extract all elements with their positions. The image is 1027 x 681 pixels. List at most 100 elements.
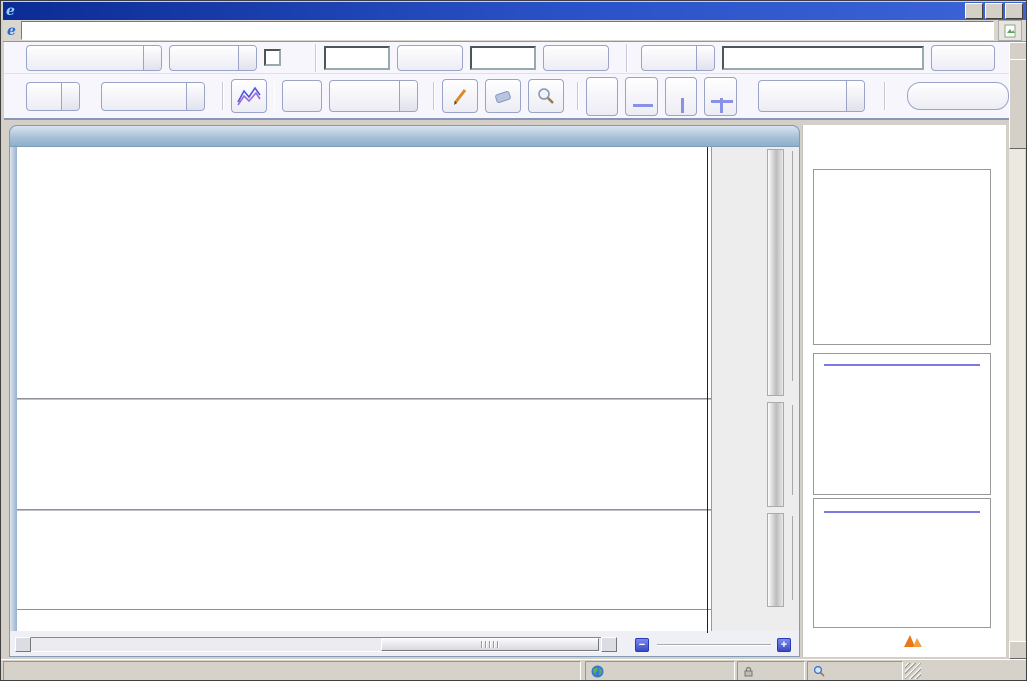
volume-scale-slider-rail — [792, 405, 793, 495]
scrollbar-down-button[interactable] — [1009, 641, 1027, 659]
zoom-tool-button[interactable] — [528, 79, 564, 113]
layout-h2-button[interactable] — [625, 77, 657, 116]
x-axis-strip — [17, 611, 711, 633]
toolbar-row-1 — [4, 42, 1009, 74]
divider — [222, 82, 224, 110]
status-zone — [585, 661, 735, 681]
divider — [577, 82, 579, 110]
quote-box — [813, 169, 991, 345]
toolbar-row-2 — [4, 74, 1009, 120]
main-price-chart[interactable] — [17, 147, 711, 398]
lock-icon — [743, 666, 754, 677]
status-zoom[interactable] — [807, 661, 903, 681]
search-input[interactable] — [722, 46, 924, 70]
chevron-down-icon[interactable] — [846, 81, 864, 111]
scrollbar-thumb[interactable] — [1009, 59, 1027, 149]
y-axis-gutter — [711, 147, 799, 633]
url-field[interactable] — [21, 21, 994, 40]
volume-chart[interactable] — [17, 401, 711, 509]
rsi-underline — [824, 511, 980, 513]
page-action-button[interactable] — [998, 20, 1022, 41]
layout-4-button[interactable] — [704, 77, 736, 116]
status-message — [3, 661, 581, 681]
buy-target-button[interactable] — [397, 45, 463, 71]
eraser-icon — [492, 86, 514, 106]
volume-scale-strip[interactable] — [767, 402, 784, 507]
scroll-right-button[interactable] — [601, 637, 617, 652]
page-icon — [1003, 24, 1017, 38]
current-date-line — [707, 147, 708, 633]
main-scale-strip[interactable] — [767, 149, 784, 396]
divider — [626, 44, 628, 72]
scroll-left-button[interactable] — [15, 637, 31, 652]
draw-pencil-button[interactable] — [442, 79, 478, 113]
symbol-select-value — [27, 46, 143, 70]
model-select-value — [330, 81, 400, 111]
status-protected-mode[interactable] — [737, 661, 805, 681]
magnifier-icon — [536, 86, 556, 106]
divider — [884, 82, 886, 110]
v-split-icon — [681, 98, 684, 113]
market-select-value — [170, 46, 238, 70]
main-scale-slider-rail — [792, 151, 793, 381]
help-button[interactable] — [907, 82, 1009, 110]
chevron-down-icon[interactable] — [696, 46, 714, 70]
zoom-in-button[interactable]: + — [777, 638, 791, 652]
layout-v2-button[interactable] — [665, 77, 697, 116]
log-scale-button[interactable] — [282, 80, 322, 112]
scrollbar-up-button[interactable] — [1009, 42, 1027, 60]
technical-select[interactable] — [101, 82, 205, 111]
market-select[interactable] — [169, 45, 257, 71]
zoom-out-button[interactable]: − — [635, 638, 649, 652]
buy-target-input[interactable] — [324, 46, 390, 70]
chevron-down-icon[interactable] — [238, 46, 256, 70]
zigzag-lines-icon — [236, 85, 262, 107]
model-select[interactable] — [329, 80, 419, 112]
index-select[interactable] — [641, 45, 715, 71]
chart-hscrollbar-thumb[interactable] — [381, 638, 599, 651]
browser-window: e e — [0, 0, 1027, 681]
layout-full-button[interactable] — [586, 77, 618, 116]
rsi-scale-slider-rail — [792, 516, 793, 600]
cross-split-icon-v — [720, 98, 723, 113]
chart-header — [9, 125, 800, 147]
symbol-select[interactable] — [26, 45, 162, 71]
globe-icon — [591, 665, 604, 678]
divider — [274, 82, 276, 110]
chart-left-strip — [10, 147, 17, 656]
scale-compare-value — [759, 81, 846, 111]
divider — [433, 82, 435, 110]
maximize-button[interactable] — [985, 3, 1003, 19]
technical-select-value — [102, 83, 186, 110]
minimize-button[interactable] — [965, 3, 983, 19]
scale-compare-select[interactable] — [758, 80, 865, 112]
zoom-slider-rail — [657, 644, 771, 646]
rsi-scale-strip[interactable] — [767, 513, 784, 607]
pencil-icon — [450, 86, 470, 106]
browser-scrollbar[interactable] — [1009, 42, 1025, 659]
divider — [315, 44, 317, 72]
resize-grip[interactable] — [905, 663, 921, 679]
sell-target-button[interactable] — [543, 45, 609, 71]
rsi-box — [813, 498, 991, 628]
index-select-value — [642, 46, 696, 70]
chevron-down-icon[interactable] — [143, 46, 161, 70]
ie-page-icon: e — [7, 24, 16, 38]
chevron-down-icon[interactable] — [399, 81, 417, 111]
chart-lines-button[interactable] — [231, 79, 267, 113]
split-adjust-checkbox[interactable] — [264, 49, 281, 66]
search-button[interactable] — [931, 45, 995, 71]
h-split-icon — [633, 104, 653, 107]
period-select[interactable] — [26, 82, 80, 111]
rsi-chart[interactable] — [17, 512, 711, 609]
eraser-button[interactable] — [485, 79, 521, 113]
chevron-down-icon[interactable] — [61, 83, 79, 110]
ichimoku-underline — [824, 364, 980, 366]
period-select-value — [27, 83, 61, 110]
sell-target-input[interactable] — [470, 46, 536, 70]
close-button[interactable] — [1005, 3, 1023, 19]
status-bar — [1, 659, 1027, 681]
centillion-logo-icon — [903, 632, 923, 648]
chevron-down-icon[interactable] — [186, 83, 204, 110]
address-bar: e — [3, 20, 1026, 42]
